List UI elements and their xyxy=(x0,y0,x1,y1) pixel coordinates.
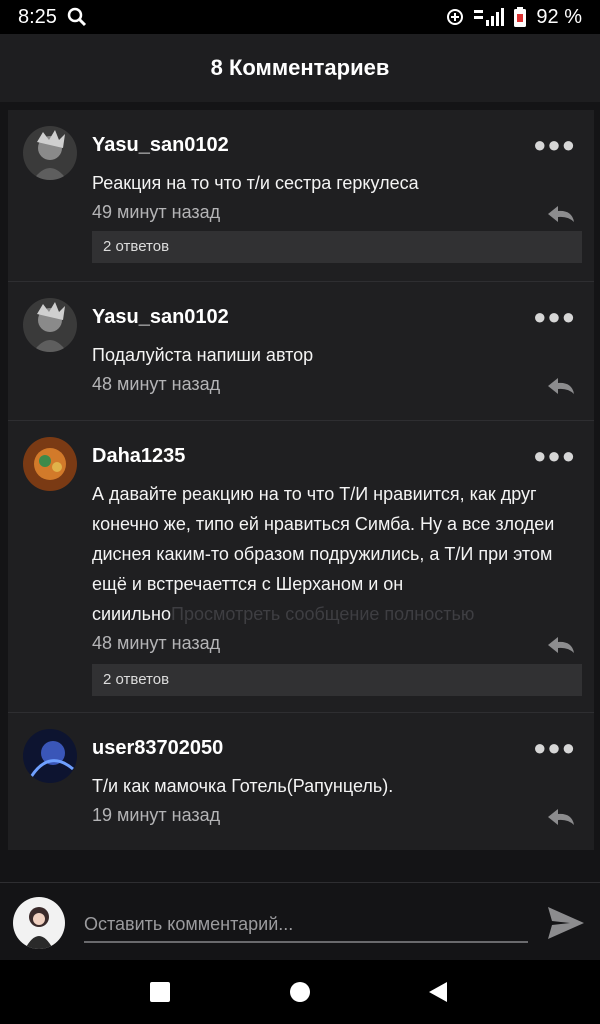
comment-list: Yasu_san0102 ●●● Реакция на то что т/и с… xyxy=(8,110,594,850)
reply-icon[interactable] xyxy=(546,807,576,827)
avatar[interactable] xyxy=(23,437,77,491)
comment-author[interactable]: user83702050 xyxy=(92,737,223,760)
system-nav-bar xyxy=(0,960,600,1024)
avatar[interactable] xyxy=(23,298,77,352)
read-more-link[interactable]: Просмотреть сообщение полностью xyxy=(171,604,474,624)
avatar[interactable] xyxy=(23,729,77,783)
reply-icon[interactable] xyxy=(546,635,576,655)
nav-circle-icon xyxy=(290,982,310,1002)
reply-icon[interactable] xyxy=(546,204,576,224)
data-saver-icon xyxy=(447,9,464,25)
status-bar: 8:25 92 % xyxy=(0,0,600,34)
replies-button[interactable]: 2 ответов xyxy=(92,231,582,263)
reply-icon[interactable] xyxy=(546,376,576,396)
comment-text: А давайте реакцию на то что Т/И нравиитс… xyxy=(92,479,572,629)
compose-bar xyxy=(0,882,600,960)
comment-text: Т/и как мамочка Готель(Рапунцель). xyxy=(92,776,394,796)
status-time: 8:25 xyxy=(18,5,57,28)
comment-text: Реакция на то что т/и сестра геркулеса xyxy=(92,173,419,193)
comment-input[interactable] xyxy=(84,907,528,943)
send-icon[interactable] xyxy=(546,903,586,943)
comment-item: Daha1235 ●●● А давайте реакцию на то что… xyxy=(8,420,594,712)
battery-level: 92 % xyxy=(536,5,582,28)
comments-header: 8 Комментариев xyxy=(0,34,600,102)
nav-back-icon xyxy=(429,982,447,1002)
back-button[interactable] xyxy=(398,960,478,1024)
comment-text: Подалуйста напиши автор xyxy=(92,345,314,365)
avatar[interactable] xyxy=(23,126,77,180)
home-button[interactable] xyxy=(260,960,340,1024)
nav-square-icon xyxy=(150,982,170,1002)
comment-time: 48 минут назад xyxy=(92,374,221,394)
more-icon[interactable]: ●●● xyxy=(533,304,576,330)
comment-body: А давайте реакцию на то что Т/И нравиитс… xyxy=(92,484,555,624)
signal-icon xyxy=(474,8,505,26)
comment-item: Yasu_san0102 ●●● Подалуйста напиши автор… xyxy=(8,281,594,420)
more-icon[interactable]: ●●● xyxy=(533,443,576,469)
battery-icon xyxy=(514,7,527,27)
page-title: 8 Комментариев xyxy=(210,55,390,80)
comment-author[interactable]: Yasu_san0102 xyxy=(92,134,229,157)
comment-author[interactable]: Daha1235 xyxy=(92,445,185,468)
comment-author[interactable]: Yasu_san0102 xyxy=(92,306,229,329)
search-icon xyxy=(67,7,86,27)
comment-item: Yasu_san0102 ●●● Реакция на то что т/и с… xyxy=(8,110,594,281)
comment-time: 48 минут назад xyxy=(92,633,221,653)
more-icon[interactable]: ●●● xyxy=(533,735,576,761)
comment-time: 19 минут назад xyxy=(92,805,221,825)
avatar[interactable] xyxy=(13,897,65,949)
comment-item: user83702050 ●●● Т/и как мамочка Готель(… xyxy=(8,712,594,850)
more-icon[interactable]: ●●● xyxy=(533,132,576,158)
comment-time: 49 минут назад xyxy=(92,202,221,222)
replies-button[interactable]: 2 ответов xyxy=(92,664,582,696)
recent-apps-button[interactable] xyxy=(120,960,200,1024)
